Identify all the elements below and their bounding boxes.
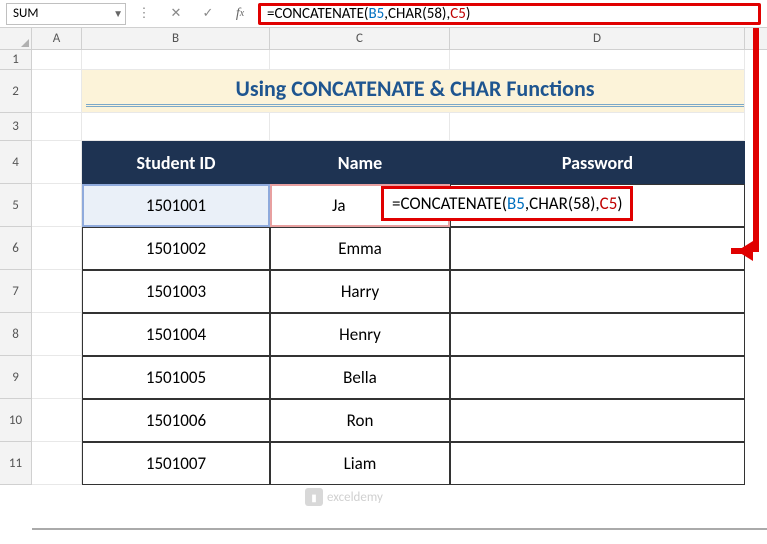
table-header-name[interactable]: Name xyxy=(270,141,450,184)
cell[interactable] xyxy=(32,270,82,313)
formula-bar: SUM ▼ ⋮ ✕ ✓ fx =CONCATENATE(B5,CHAR(58),… xyxy=(0,0,767,28)
table-cell[interactable]: 1501005 xyxy=(82,356,270,399)
row-header[interactable]: 8 xyxy=(0,313,32,356)
row-header[interactable]: 9 xyxy=(0,356,32,399)
grid-row: 6 1501002 Emma xyxy=(0,227,767,270)
cell[interactable] xyxy=(32,399,82,442)
divider-icon: ⋮ xyxy=(130,3,158,25)
row-header[interactable]: 1 xyxy=(0,50,32,70)
table-cell[interactable] xyxy=(450,270,745,313)
table-cell[interactable]: 1501003 xyxy=(82,270,270,313)
table-header-password[interactable]: Password xyxy=(450,141,745,184)
table-cell[interactable] xyxy=(450,356,745,399)
col-header-D[interactable]: D xyxy=(450,28,745,49)
title-cell[interactable]: Using CONCATENATE & CHAR Functions xyxy=(82,70,270,113)
cell[interactable] xyxy=(32,141,82,184)
cell[interactable] xyxy=(32,313,82,356)
cell[interactable] xyxy=(270,113,450,141)
formula-input[interactable]: =CONCATENATE(B5,CHAR(58),C5) xyxy=(258,3,761,25)
col-header-A[interactable]: A xyxy=(32,28,82,49)
row-header[interactable]: 7 xyxy=(0,270,32,313)
cell-formula-overlay: =CONCATENATE(B5,CHAR(58),C5) xyxy=(381,186,633,221)
grid-row: 11 1501007 Liam xyxy=(0,442,767,485)
bottom-divider xyxy=(32,528,767,530)
table-cell[interactable] xyxy=(450,442,745,485)
cell[interactable] xyxy=(32,70,82,113)
row-header[interactable]: 2 xyxy=(0,70,32,113)
cell[interactable] xyxy=(32,184,82,227)
annotation-arrow xyxy=(753,28,759,252)
cell[interactable] xyxy=(270,50,450,70)
table-cell[interactable]: Bella xyxy=(270,356,450,399)
table-cell[interactable]: Harry xyxy=(270,270,450,313)
cell[interactable] xyxy=(32,356,82,399)
table-cell[interactable] xyxy=(450,227,745,270)
grid-row: 4 Student ID Name Password xyxy=(0,141,767,184)
watermark-badge-icon: ▮ xyxy=(305,488,323,506)
table-cell[interactable]: Emma xyxy=(270,227,450,270)
grid-row: 8 1501004 Henry xyxy=(0,313,767,356)
col-header-C[interactable]: C xyxy=(270,28,450,49)
table-cell[interactable]: 1501007 xyxy=(82,442,270,485)
watermark-text: exceldemy xyxy=(327,490,383,505)
formula-text: =CONCATENATE(B5,CHAR(58),C5) xyxy=(267,5,470,23)
row-header[interactable]: 6 xyxy=(0,227,32,270)
fx-icon[interactable]: fx xyxy=(226,3,254,25)
grid-row: 2 Using CONCATENATE & CHAR Functions xyxy=(0,70,767,113)
col-header-B[interactable]: B xyxy=(82,28,270,49)
chevron-down-icon[interactable]: ▼ xyxy=(113,7,123,20)
table-cell[interactable]: Ron xyxy=(270,399,450,442)
table-cell[interactable]: 1501004 xyxy=(82,313,270,356)
column-headers: A B C D xyxy=(0,28,767,50)
row-header[interactable]: 4 xyxy=(0,141,32,184)
grid-row: 10 1501006 Ron xyxy=(0,399,767,442)
table-cell[interactable]: Liam xyxy=(270,442,450,485)
cell[interactable] xyxy=(32,227,82,270)
grid-row: 5 1501001 Ja =CONCATENATE(B5,CHAR(58),C5… xyxy=(0,184,767,227)
row-header[interactable]: 10 xyxy=(0,399,32,442)
spreadsheet-grid: 1 2 Using CONCATENATE & CHAR Functions 3… xyxy=(0,50,767,485)
grid-row: 7 1501003 Harry xyxy=(0,270,767,313)
cell[interactable] xyxy=(450,113,745,141)
cancel-icon[interactable]: ✕ xyxy=(162,3,190,25)
table-cell[interactable] xyxy=(450,313,745,356)
enter-icon[interactable]: ✓ xyxy=(194,3,222,25)
cell[interactable] xyxy=(450,50,745,70)
table-cell[interactable]: Henry xyxy=(270,313,450,356)
grid-row: 9 1501005 Bella xyxy=(0,356,767,399)
grid-row: 1 xyxy=(0,50,767,70)
name-box[interactable]: SUM ▼ xyxy=(6,3,126,25)
cell[interactable] xyxy=(82,113,270,141)
cell[interactable] xyxy=(32,442,82,485)
cell-B5[interactable]: 1501001 xyxy=(82,184,270,227)
cell[interactable] xyxy=(82,50,270,70)
cell[interactable] xyxy=(32,113,82,141)
row-header[interactable]: 3 xyxy=(0,113,32,141)
page-title: Using CONCATENATE & CHAR Functions xyxy=(86,75,744,107)
row-header[interactable]: 5 xyxy=(0,184,32,227)
watermark: ▮ exceldemy xyxy=(305,488,383,506)
table-cell[interactable]: 1501006 xyxy=(82,399,270,442)
grid-row: 3 xyxy=(0,113,767,141)
name-box-value: SUM xyxy=(13,6,38,21)
row-header[interactable]: 11 xyxy=(0,442,32,485)
cell[interactable] xyxy=(32,50,82,70)
select-all-triangle[interactable] xyxy=(0,28,32,49)
table-cell[interactable] xyxy=(450,399,745,442)
table-cell[interactable]: 1501002 xyxy=(82,227,270,270)
table-header-id[interactable]: Student ID xyxy=(82,141,270,184)
